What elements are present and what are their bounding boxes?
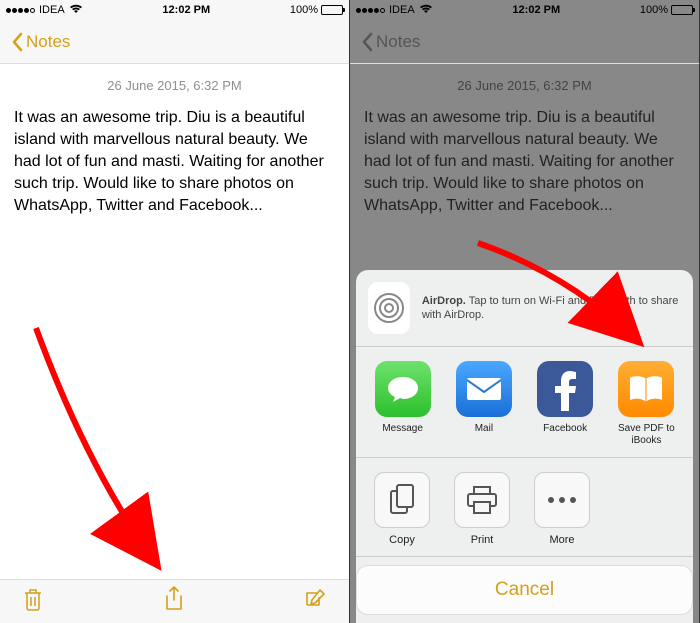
signal-dots-icon <box>6 8 35 13</box>
back-button: Notes <box>360 32 420 52</box>
status-time: 12:02 PM <box>83 4 290 16</box>
battery-pct: 100% <box>640 4 668 16</box>
note-body: It was an awesome trip. Diu is a beautif… <box>350 107 699 217</box>
message-icon <box>375 361 431 417</box>
share-app-message[interactable]: Message <box>364 361 442 447</box>
back-label: Notes <box>26 32 70 52</box>
share-app-facebook[interactable]: Facebook <box>526 361 604 447</box>
share-apps-row: Message Mail Facebook Save PDF to iBooks <box>356 347 693 457</box>
nav-bar: Notes <box>0 20 349 64</box>
note-content: 26 June 2015, 6:32 PM It was an awesome … <box>0 64 349 623</box>
bottom-toolbar <box>0 579 349 623</box>
screenshot-right: IDEA 12:02 PM 100% Notes 26 June 2015, 6… <box>350 0 700 623</box>
back-label: Notes <box>376 32 420 52</box>
screenshot-left: IDEA 12:02 PM 100% Notes 26 June 2015, 6… <box>0 0 350 623</box>
note-body[interactable]: It was an awesome trip. Diu is a beautif… <box>0 107 349 217</box>
compose-icon[interactable] <box>303 587 327 616</box>
airdrop-row[interactable]: AirDrop. Tap to turn on Wi-Fi and Blueto… <box>356 270 693 346</box>
battery-icon <box>321 5 343 15</box>
wifi-icon <box>419 4 433 17</box>
nav-bar: Notes <box>350 20 699 64</box>
more-icon <box>534 472 590 528</box>
action-copy[interactable]: Copy <box>362 472 442 546</box>
note-timestamp: 26 June 2015, 6:32 PM <box>0 64 349 107</box>
copy-icon <box>374 472 430 528</box>
airdrop-icon <box>368 282 410 334</box>
status-bar: IDEA 12:02 PM 100% <box>350 0 699 20</box>
chevron-left-icon <box>10 32 24 52</box>
share-sheet: AirDrop. Tap to turn on Wi-Fi and Blueto… <box>356 270 693 623</box>
status-bar: IDEA 12:02 PM 100% <box>0 0 349 20</box>
battery-pct: 100% <box>290 4 318 16</box>
battery-icon <box>671 5 693 15</box>
share-actions-row: Copy Print More <box>356 458 693 556</box>
chevron-left-icon <box>360 32 374 52</box>
ibooks-icon <box>618 361 674 417</box>
share-app-mail[interactable]: Mail <box>445 361 523 447</box>
share-app-save-pdf-ibooks[interactable]: Save PDF to iBooks <box>607 361 685 447</box>
wifi-icon <box>69 4 83 17</box>
signal-dots-icon <box>356 8 385 13</box>
action-more[interactable]: More <box>522 472 602 546</box>
share-icon[interactable] <box>164 586 184 617</box>
print-icon <box>454 472 510 528</box>
action-print[interactable]: Print <box>442 472 522 546</box>
airdrop-text: AirDrop. Tap to turn on Wi-Fi and Blueto… <box>422 294 681 322</box>
status-time: 12:02 PM <box>433 4 640 16</box>
cancel-button[interactable]: Cancel <box>356 565 693 615</box>
trash-icon[interactable] <box>22 587 44 616</box>
carrier-label: IDEA <box>39 4 65 16</box>
carrier-label: IDEA <box>389 4 415 16</box>
mail-icon <box>456 361 512 417</box>
facebook-icon <box>537 361 593 417</box>
back-button[interactable]: Notes <box>10 32 70 52</box>
note-timestamp: 26 June 2015, 6:32 PM <box>350 64 699 107</box>
